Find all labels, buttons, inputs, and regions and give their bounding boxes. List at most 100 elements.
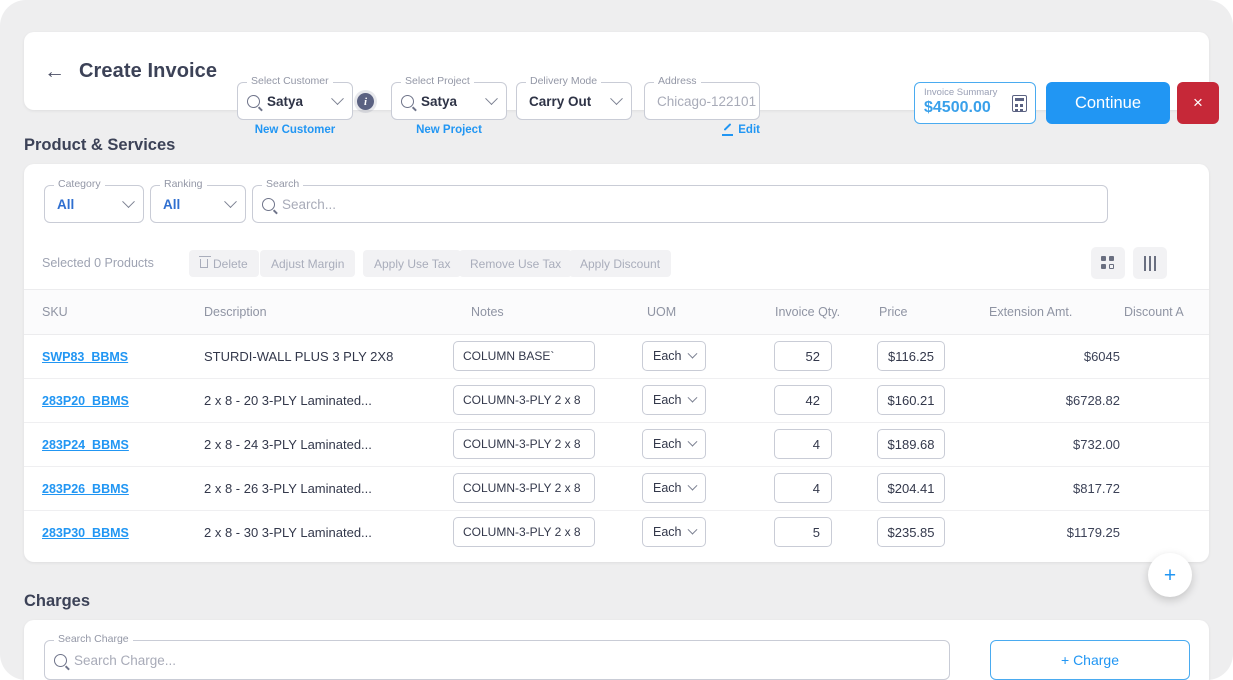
invoice-qty-input[interactable]: 4 xyxy=(774,429,832,459)
uom-dropdown[interactable]: Each xyxy=(642,385,706,415)
ranking-dropdown[interactable]: Ranking All xyxy=(150,178,246,223)
invoice-qty-input[interactable]: 4 xyxy=(774,473,832,503)
product-description: 2 x 8 - 24 3-PLY Laminated... xyxy=(204,436,372,452)
charge-search-group: Search Charge Search Charge... xyxy=(44,633,950,680)
delivery-mode-group: Delivery Mode Carry Out xyxy=(516,75,632,120)
chevron-down-icon xyxy=(485,91,498,105)
product-description: 2 x 8 - 30 3-PLY Laminated... xyxy=(204,524,372,540)
chevron-down-icon xyxy=(610,91,623,105)
category-dropdown[interactable]: Category All xyxy=(44,178,144,223)
delivery-mode-legend: Delivery Mode xyxy=(526,75,602,87)
search-icon xyxy=(54,653,67,667)
column-header-uom[interactable]: UOM xyxy=(642,290,747,335)
apply-use-tax-button[interactable]: Apply Use Tax xyxy=(363,250,462,277)
chevron-down-icon xyxy=(687,524,698,535)
category-value: All xyxy=(57,196,75,212)
table-row: 283P30_BBMS 2 x 8 - 30 3-PLY Laminated...… xyxy=(24,510,1209,554)
product-description: STURDI-WALL PLUS 3 PLY 2X8 xyxy=(204,348,394,364)
sku-link[interactable]: SWP83_BBMS xyxy=(42,350,128,364)
notes-input[interactable]: COLUMN-3-PLY 2 x 8 xyxy=(453,429,595,459)
uom-dropdown[interactable]: Each xyxy=(642,473,706,503)
select-customer-value: Satya xyxy=(267,93,304,109)
address-group: Address Chicago-122101 Edit xyxy=(644,75,760,136)
continue-button[interactable]: Continue xyxy=(1046,82,1170,124)
invoice-qty-input[interactable]: 52 xyxy=(774,341,832,371)
search-icon xyxy=(247,94,260,108)
notes-input[interactable]: COLUMN-3-PLY 2 x 8 xyxy=(453,385,595,415)
extension-amount: $817.72 xyxy=(1073,480,1120,496)
pencil-icon xyxy=(722,125,734,136)
notes-input[interactable]: COLUMN-3-PLY 2 x 8 xyxy=(453,517,595,548)
sku-link[interactable]: 283P26_BBMS xyxy=(42,482,129,496)
remove-use-tax-button[interactable]: Remove Use Tax xyxy=(459,250,573,277)
extension-amount: $6045 xyxy=(1083,348,1120,364)
new-customer-link[interactable]: New Customer xyxy=(237,124,353,136)
address-value: Chicago-122101 xyxy=(657,93,757,109)
ranking-legend: Ranking xyxy=(160,178,207,190)
apply-discount-button[interactable]: Apply Discount xyxy=(569,250,672,277)
invoice-summary-label: Invoice Summary xyxy=(924,87,998,99)
edit-address-link[interactable]: Edit xyxy=(722,124,760,136)
charges-card: Search Charge Search Charge... + Charge xyxy=(24,620,1209,680)
charges-section-title: Charges xyxy=(24,592,91,610)
category-legend: Category xyxy=(54,178,105,190)
columns-icon-button[interactable] xyxy=(1133,247,1167,279)
calculator-icon[interactable] xyxy=(1012,94,1027,112)
table-row: SWP83_BBMS STURDI-WALL PLUS 3 PLY 2X8 COLU… xyxy=(24,334,1209,379)
invoice-qty-input[interactable]: 5 xyxy=(774,517,832,548)
column-header-extension-amt[interactable]: Extension Amt. xyxy=(989,290,1124,335)
uom-dropdown[interactable]: Each xyxy=(642,429,706,459)
products-table: SKU Description Notes UOM Invoice Qty. P… xyxy=(24,290,1209,554)
products-section-title: Product & Services xyxy=(24,136,176,154)
product-search-legend: Search xyxy=(262,178,304,190)
column-header-price[interactable]: Price xyxy=(859,290,989,335)
back-arrow-icon[interactable]: ← xyxy=(44,61,65,82)
sku-link[interactable]: 283P20_BBMS xyxy=(42,394,129,408)
uom-value: Each xyxy=(653,525,682,540)
charge-search-input[interactable]: Search Charge Search Charge... xyxy=(44,633,950,680)
extension-amount: $732.00 xyxy=(1073,436,1120,452)
sku-link[interactable]: 283P30_BBMS xyxy=(42,526,129,540)
uom-value: Each xyxy=(653,393,682,407)
grid-add-icon-button[interactable] xyxy=(1091,247,1125,279)
notes-input[interactable]: COLUMN BASE` xyxy=(453,341,595,371)
grid-add-icon xyxy=(1100,255,1116,271)
invoice-qty-input[interactable]: 42 xyxy=(774,385,832,415)
discount-amount: $10 xyxy=(1124,437,1209,452)
invoice-summary-box[interactable]: Invoice Summary $4500.00 xyxy=(914,82,1036,124)
adjust-margin-button[interactable]: Adjust Margin xyxy=(260,250,356,277)
address-field[interactable]: Address Chicago-122101 xyxy=(644,75,760,120)
select-project-legend: Select Project xyxy=(401,75,474,87)
select-customer-group: Select Customer Satya New Customer xyxy=(237,75,353,136)
add-charge-button[interactable]: + Charge xyxy=(990,640,1190,680)
sku-link[interactable]: 283P24_BBMS xyxy=(42,438,129,452)
delete-button[interactable]: Delete xyxy=(189,250,259,277)
price-input[interactable]: $160.21 xyxy=(877,385,945,415)
price-input[interactable]: $189.68 xyxy=(877,429,945,459)
column-header-invoice-qty[interactable]: Invoice Qty. xyxy=(747,290,859,335)
notes-input[interactable]: COLUMN-3-PLY 2 x 8 xyxy=(453,473,595,503)
discount-amount: $10 xyxy=(1124,349,1209,364)
uom-dropdown[interactable]: Each xyxy=(642,517,706,548)
close-button[interactable]: × xyxy=(1177,82,1219,124)
product-search-input[interactable]: Search Search... xyxy=(252,178,1108,223)
uom-dropdown[interactable]: Each xyxy=(642,341,706,371)
discount-amount: $10 xyxy=(1124,393,1209,408)
select-project-dropdown[interactable]: Select Project Satya xyxy=(391,75,507,120)
add-product-fab[interactable]: + xyxy=(1148,553,1192,597)
price-input[interactable]: $204.41 xyxy=(877,473,945,503)
chevron-down-icon xyxy=(687,392,698,403)
product-description: 2 x 8 - 20 3-PLY Laminated... xyxy=(204,392,372,408)
column-header-discount-amt[interactable]: Discount A xyxy=(1124,290,1209,335)
column-header-notes[interactable]: Notes xyxy=(447,290,642,335)
column-header-sku[interactable]: SKU xyxy=(24,290,204,335)
info-icon[interactable]: i xyxy=(357,93,374,110)
select-customer-dropdown[interactable]: Select Customer Satya xyxy=(237,75,353,120)
column-header-description[interactable]: Description xyxy=(204,290,447,335)
invoice-summary-amount: $4500.00 xyxy=(924,99,991,117)
price-input[interactable]: $116.25 xyxy=(877,341,945,371)
delivery-mode-dropdown[interactable]: Delivery Mode Carry Out xyxy=(516,75,632,120)
price-input[interactable]: $235.85 xyxy=(877,517,945,548)
address-legend: Address xyxy=(654,75,701,87)
new-project-link[interactable]: New Project xyxy=(391,124,507,136)
